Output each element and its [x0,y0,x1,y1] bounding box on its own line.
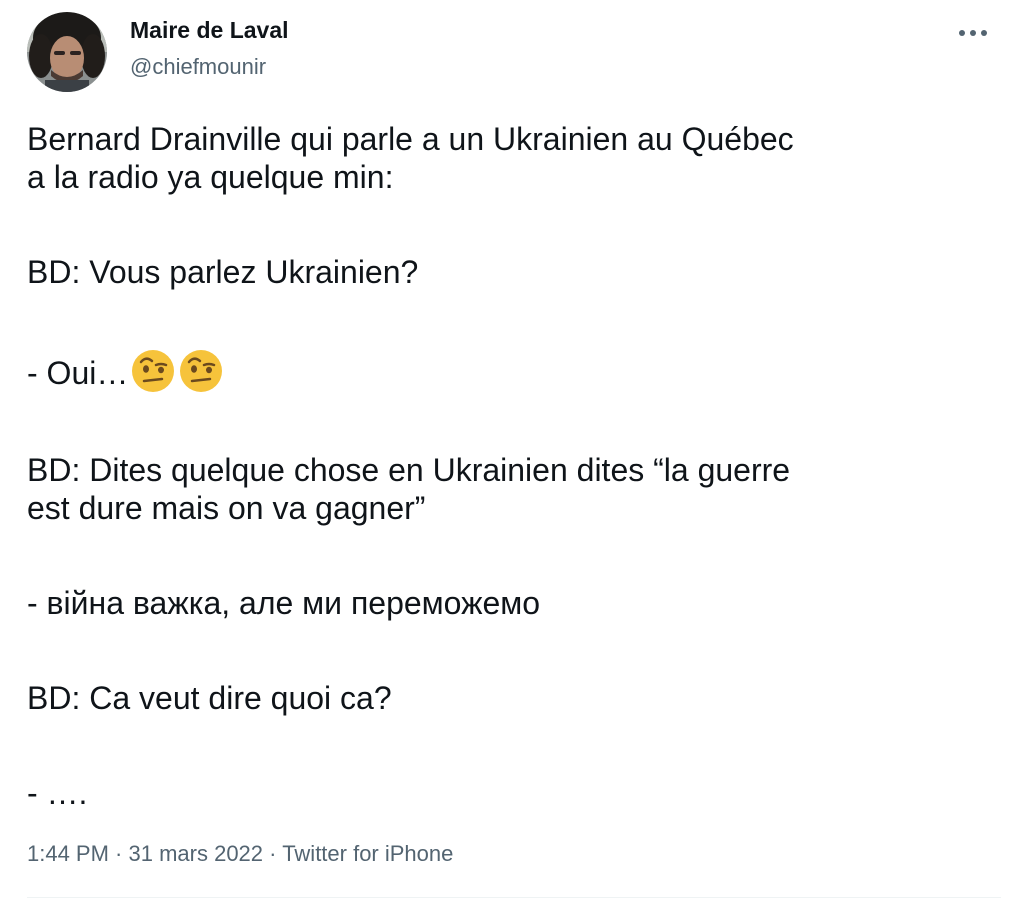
tweet-line: a la radio ya quelque min: [27,159,394,195]
tweet-line: BD: Dites quelque chose en Ukrainien dit… [27,452,791,488]
author-handle[interactable]: @chiefmounir [130,54,266,80]
meta-separator: · [108,841,129,866]
tweet-source[interactable]: Twitter for iPhone [282,841,453,866]
tweet-date[interactable]: 31 mars 2022 [129,841,264,866]
tweet-metadata: 1:44 PM · 31 mars 2022 · Twitter for iPh… [27,841,453,867]
tweet-line-with-emoji: - Oui… [27,348,1002,394]
tweet-line: BD: Vous parlez Ukrainien? [27,254,419,290]
tweet-line: - …. [27,775,88,811]
author-name[interactable]: Maire de Laval [130,17,289,44]
face-with-raised-eyebrow-emoji [132,350,175,392]
tweet-time[interactable]: 1:44 PM [27,841,109,866]
avatar[interactable] [27,12,107,92]
divider [27,897,1001,898]
tweet-line: est dure mais on va gagner” [27,490,426,526]
tweet-card: Maire de Laval @chiefmounir Bernard Drai… [0,0,1028,912]
tweet-line: - Oui… [27,355,129,391]
tweet-text: Bernard Drainville qui parle a un Ukrain… [27,120,1002,812]
meta-separator: · [263,841,283,866]
avatar-image [27,12,107,92]
tweet-line: Bernard Drainville qui parle a un Ukrain… [27,121,794,157]
more-horizontal-icon [959,30,987,36]
face-with-raised-eyebrow-emoji [180,350,223,392]
tweet-line: - війна важка, але ми переможемо [27,585,541,621]
tweet-line: BD: Ca veut dire quoi ca? [27,680,392,716]
more-button[interactable] [950,18,996,48]
